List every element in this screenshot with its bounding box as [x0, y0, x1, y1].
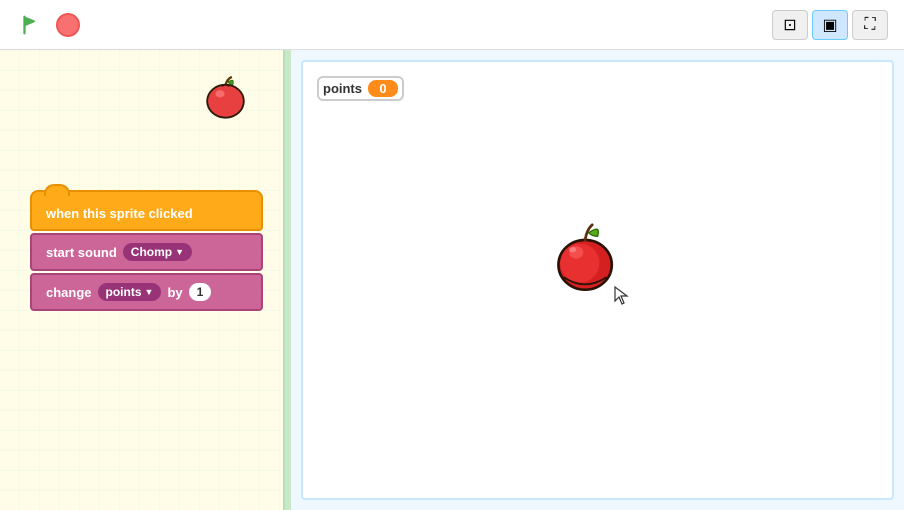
sound-block[interactable]: start sound Chomp ▼	[30, 233, 263, 271]
variable-block-prefix: change	[46, 285, 92, 300]
sound-block-prefix: start sound	[46, 245, 117, 260]
sound-name-label: Chomp	[131, 245, 172, 259]
stage-view-button[interactable]: ▣	[812, 10, 848, 40]
apple-sprite-svg	[546, 213, 626, 298]
sound-dropdown-arrow: ▼	[175, 247, 184, 257]
event-block-label: when this sprite clicked	[46, 206, 193, 221]
variable-monitor-name: points	[323, 81, 362, 96]
green-flag-icon	[19, 14, 41, 36]
variable-name-dropdown[interactable]: points ▼	[98, 283, 162, 301]
stop-button[interactable]	[56, 13, 80, 37]
sidebar-view-icon: ⊡	[783, 15, 796, 35]
variable-by-label: by	[167, 285, 182, 300]
variable-monitor: points 0	[317, 76, 404, 101]
variable-dropdown-arrow: ▼	[145, 287, 154, 297]
main-layout: when this sprite clicked start sound Cho…	[0, 50, 904, 510]
stage-panel: points 0	[291, 50, 904, 510]
apple-sprite-stage[interactable]	[546, 213, 626, 303]
sidebar-view-button[interactable]: ⊡	[772, 10, 808, 40]
variable-name-label: points	[106, 285, 142, 299]
sprite-thumbnail	[198, 70, 253, 125]
stage[interactable]: points 0	[301, 60, 894, 500]
green-flag-button[interactable]	[16, 11, 44, 39]
stage-view-icon: ▣	[822, 15, 837, 35]
code-blocks-area: when this sprite clicked start sound Cho…	[30, 190, 263, 311]
top-bar: ⊡ ▣ ⛶	[0, 0, 904, 50]
fullscreen-icon: ⛶	[864, 16, 875, 34]
sound-name-dropdown[interactable]: Chomp ▼	[123, 243, 192, 261]
code-panel: when this sprite clicked start sound Cho…	[0, 50, 285, 510]
variable-monitor-value: 0	[368, 80, 398, 97]
top-bar-controls	[16, 11, 80, 39]
sprite-apple-icon	[198, 70, 253, 125]
variable-block[interactable]: change points ▼ by 1	[30, 273, 263, 311]
fullscreen-button[interactable]: ⛶	[852, 10, 888, 40]
event-block[interactable]: when this sprite clicked	[30, 190, 263, 231]
variable-amount: 1	[189, 283, 212, 301]
view-controls: ⊡ ▣ ⛶	[772, 10, 888, 40]
